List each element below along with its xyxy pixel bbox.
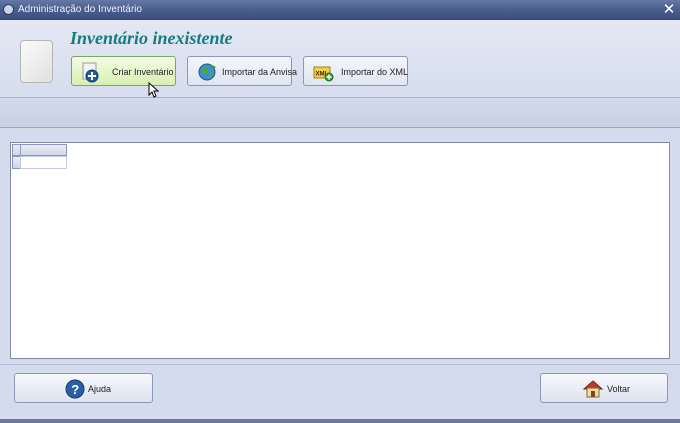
grid-cell[interactable] [20,156,67,169]
window-bottom-border [0,419,680,423]
house-icon [582,380,604,398]
add-document-icon [82,62,99,83]
back-label: Voltar [607,384,631,394]
help-button[interactable]: ? Ajuda [14,373,153,403]
import-anvisa-button[interactable]: Importar da Anvisa [187,56,297,86]
globe-icon [198,63,216,81]
help-icon: ? [65,379,85,399]
toolbar-strip [0,98,680,128]
close-icon[interactable]: ✕ [661,1,677,18]
import-xml-label: Importar do XML [341,67,409,77]
grid-column-header[interactable] [20,144,67,156]
footer-panel: ? Ajuda Voltar [0,364,680,420]
page-title: Inventário inexistente [70,28,233,48]
document-icon [20,40,53,83]
back-button[interactable]: Voltar [540,373,668,403]
xml-import-icon: XML [313,66,334,82]
import-xml-button[interactable]: XML Importar do XML [303,56,408,86]
inventory-grid[interactable] [10,142,670,359]
window-title: Administração do Inventário [18,4,142,15]
header-panel: Inventário inexistente Criar Inventário … [0,20,680,98]
create-inventory-label: Criar Inventário [112,67,174,77]
window-titlebar: Administração do Inventário ✕ [0,0,680,20]
mouse-cursor-icon [148,82,160,98]
create-inventory-button[interactable]: Criar Inventário [71,56,176,86]
app-icon [3,4,14,15]
svg-text:?: ? [71,382,79,397]
help-label: Ajuda [88,384,112,394]
import-anvisa-label: Importar da Anvisa [222,67,298,77]
